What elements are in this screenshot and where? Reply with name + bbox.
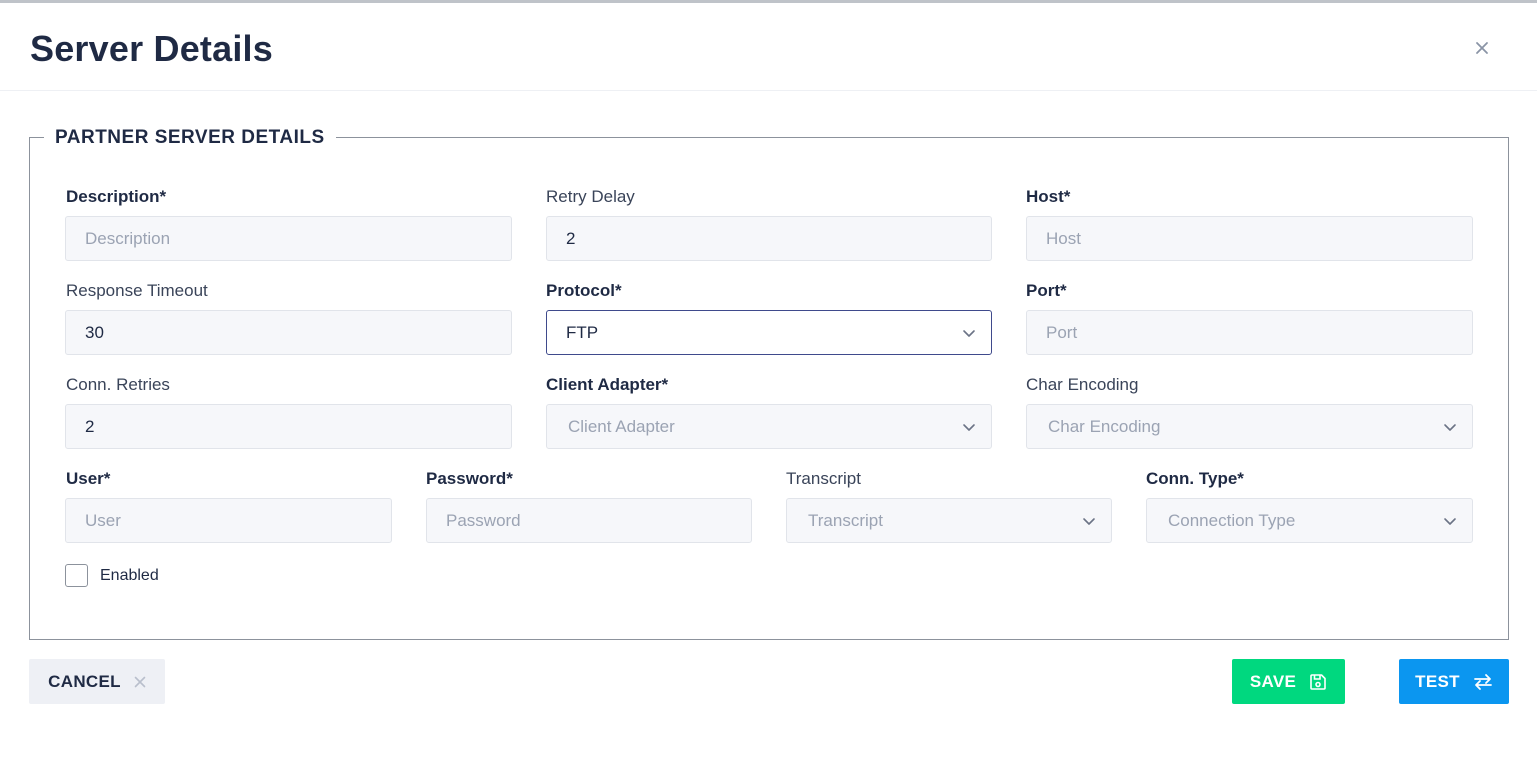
char-encoding-placeholder: Char Encoding — [1048, 416, 1161, 436]
port-placeholder: Port — [1046, 322, 1078, 342]
password-input[interactable]: Password — [426, 498, 752, 543]
password-placeholder: Password — [446, 510, 521, 530]
server-details-dialog: Server Details PARTNER SERVER DETAILS De… — [0, 0, 1537, 771]
client-adapter-label: Client Adapter* — [546, 375, 669, 394]
conn-retries-input[interactable]: 2 — [65, 404, 512, 449]
dialog-title: Server Details — [30, 28, 273, 69]
conn-retries-value: 2 — [85, 416, 95, 436]
description-label: Description* — [66, 187, 167, 206]
chevron-down-icon — [1442, 513, 1458, 529]
conn-type-placeholder: Connection Type — [1168, 510, 1296, 530]
client-adapter-select[interactable]: Client Adapter — [546, 404, 992, 449]
close-icon[interactable] — [1470, 36, 1494, 60]
cancel-button[interactable]: CANCEL — [29, 659, 165, 704]
floppy-disk-icon — [1309, 673, 1327, 691]
char-encoding-select[interactable]: Char Encoding — [1026, 404, 1473, 449]
test-button[interactable]: TEST — [1399, 659, 1509, 704]
save-button-label: SAVE — [1249, 671, 1297, 691]
host-label: Host* — [1026, 187, 1071, 206]
save-button[interactable]: SAVE — [1232, 659, 1345, 704]
description-placeholder: Description — [85, 228, 171, 248]
close-icon — [134, 676, 146, 688]
host-input[interactable]: Host — [1026, 216, 1473, 261]
dialog-header: Server Details — [0, 6, 1537, 91]
conn-retries-label: Conn. Retries — [66, 375, 170, 394]
conn-type-label: Conn. Type* — [1146, 469, 1244, 488]
host-placeholder: Host — [1046, 228, 1081, 248]
response-timeout-label: Response Timeout — [66, 281, 208, 300]
retry-delay-input[interactable]: 2 — [546, 216, 992, 261]
char-encoding-label: Char Encoding — [1026, 375, 1139, 394]
description-input[interactable]: Description — [65, 216, 512, 261]
protocol-label: Protocol* — [546, 281, 622, 300]
user-label: User* — [66, 469, 111, 488]
chevron-down-icon — [961, 419, 977, 435]
transcript-label: Transcript — [786, 469, 861, 488]
test-button-label: TEST — [1415, 671, 1460, 691]
client-adapter-placeholder: Client Adapter — [568, 416, 675, 436]
protocol-value: FTP — [566, 322, 599, 342]
partner-server-fieldset — [29, 137, 1509, 640]
chevron-down-icon — [1442, 419, 1458, 435]
password-label: Password* — [426, 469, 513, 488]
user-placeholder: User — [85, 510, 121, 530]
retry-delay-value: 2 — [566, 228, 576, 248]
user-input[interactable]: User — [65, 498, 392, 543]
chevron-down-icon — [961, 325, 977, 341]
port-label: Port* — [1026, 281, 1067, 300]
cancel-button-label: CANCEL — [48, 671, 121, 691]
transcript-select[interactable]: Transcript — [786, 498, 1112, 543]
response-timeout-value: 30 — [85, 322, 104, 342]
retry-delay-label: Retry Delay — [546, 187, 635, 206]
transcript-placeholder: Transcript — [808, 510, 883, 530]
response-timeout-input[interactable]: 30 — [65, 310, 512, 355]
section-legend: PARTNER SERVER DETAILS — [44, 127, 336, 149]
swap-arrows-icon — [1473, 673, 1493, 691]
chevron-down-icon — [1081, 513, 1097, 529]
enabled-checkbox[interactable] — [65, 564, 88, 587]
protocol-select[interactable]: FTP — [546, 310, 992, 355]
conn-type-select[interactable]: Connection Type — [1146, 498, 1473, 543]
enabled-label: Enabled — [100, 567, 159, 584]
port-input[interactable]: Port — [1026, 310, 1473, 355]
